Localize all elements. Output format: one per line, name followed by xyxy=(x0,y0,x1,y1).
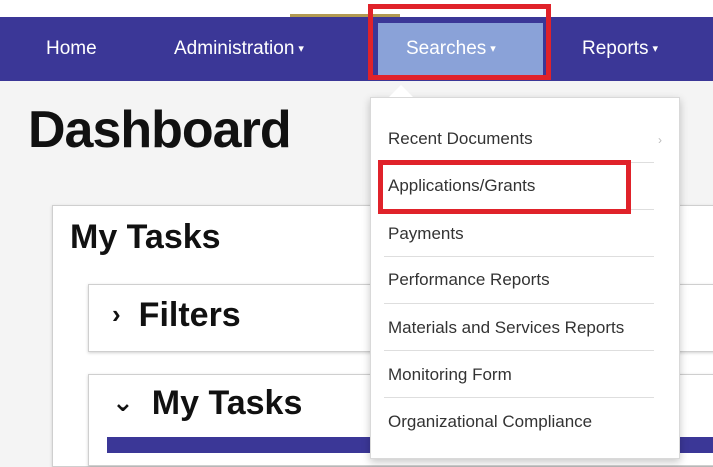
dropdown-pointer xyxy=(389,85,413,97)
applications-highlight-box xyxy=(378,160,631,214)
top-strip xyxy=(0,0,713,17)
nav-administration-label: Administration xyxy=(174,38,295,59)
my-tasks-label: My Tasks xyxy=(151,384,303,422)
page-title: Dashboard xyxy=(28,101,292,159)
menu-item-organizational-compliance[interactable]: Organizational Compliance xyxy=(388,412,654,432)
nav-administration[interactable]: Administration ▾ xyxy=(174,17,304,81)
panel-title: My Tasks xyxy=(70,218,221,256)
nav-reports[interactable]: Reports ▾ xyxy=(582,17,658,81)
chevron-down-icon: ▾ xyxy=(652,43,659,55)
nav-home[interactable]: Home xyxy=(46,17,97,81)
menu-item-monitoring-form[interactable]: Monitoring Form xyxy=(388,365,654,385)
chevron-right-icon: › xyxy=(112,299,121,329)
filters-header[interactable]: › Filters xyxy=(112,296,241,335)
menu-item-performance-reports[interactable]: Performance Reports xyxy=(388,270,654,290)
my-tasks-header[interactable]: ⌄ My Tasks xyxy=(112,384,302,423)
nav-home-label: Home xyxy=(46,38,97,59)
chevron-down-icon: ⌄ xyxy=(112,387,134,417)
chevron-down-icon: ▾ xyxy=(298,43,304,55)
menu-item-materials-services-reports[interactable]: Materials and Services Reports xyxy=(388,318,654,338)
menu-divider xyxy=(384,303,654,304)
menu-item-payments[interactable]: Payments xyxy=(388,224,654,244)
nav-reports-label: Reports xyxy=(582,38,649,59)
searches-highlight-box xyxy=(368,4,551,80)
filters-label: Filters xyxy=(138,296,241,334)
menu-divider xyxy=(384,350,654,351)
menu-item-recent-documents[interactable]: Recent Documents xyxy=(388,129,654,149)
chevron-right-icon: › xyxy=(658,133,662,147)
menu-divider xyxy=(384,256,654,257)
menu-divider xyxy=(384,397,654,398)
